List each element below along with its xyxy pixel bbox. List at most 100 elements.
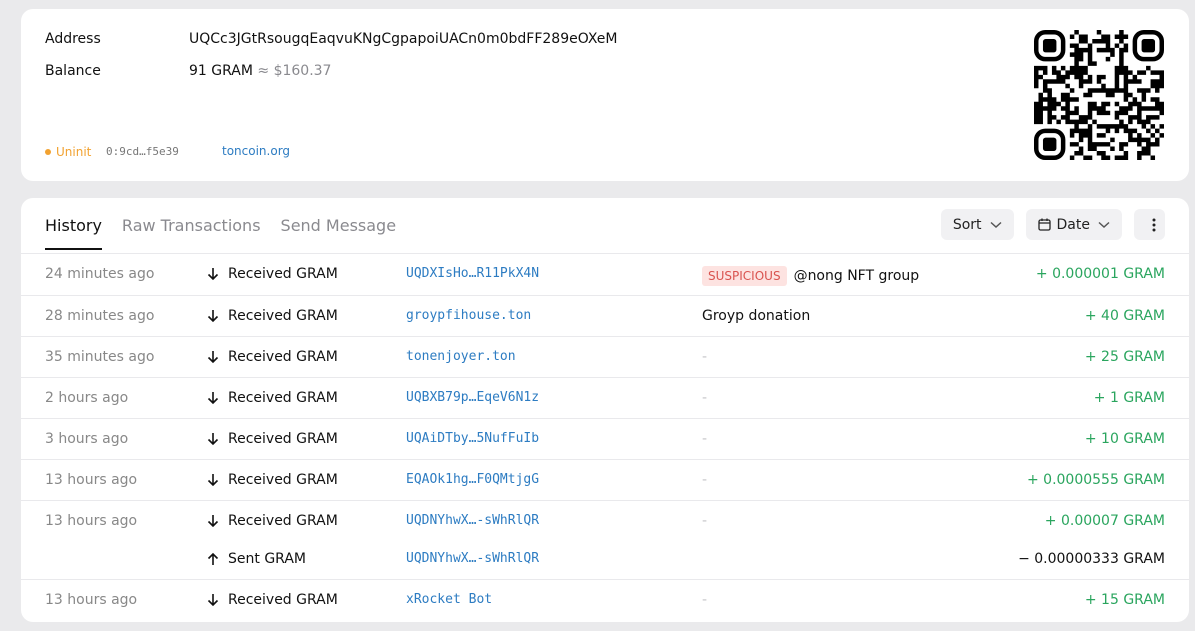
tx-time: 2 hours ago [45, 390, 129, 406]
tx-time: 13 hours ago [45, 472, 138, 488]
tx-amount: − 0.00000333 GRAM [1018, 551, 1165, 567]
balance-value: 91 GRAM ≈ $160.37 [189, 63, 331, 79]
tx-address-link[interactable]: xRocket Bot [406, 592, 492, 607]
tab-history[interactable]: History [45, 216, 102, 250]
arrow-down-icon [207, 432, 228, 446]
tx-amount: + 0.0000555 GRAM [1026, 472, 1165, 488]
account-status: Uninit [45, 145, 91, 159]
tx-type-label: Received GRAM [228, 472, 338, 488]
tx-address-link[interactable]: groypfihouse.ton [406, 308, 531, 323]
tx-address-link[interactable]: UQDXIsHo…R11PkX4N [406, 266, 539, 281]
account-hash[interactable]: 0:9cd…f5e39 [106, 145, 179, 158]
transaction-row[interactable]: 28 minutes ago Received GRAM groypfihouse.… [21, 308, 1189, 328]
tx-comment-text: @nong NFT group [793, 268, 920, 284]
tx-comment: - [702, 472, 707, 488]
transaction-row[interactable]: 24 minutes ago Received GRAM UQDXIsHo…R11P… [21, 266, 1189, 286]
balance-label: Balance [45, 63, 101, 79]
tx-amount: + 1 GRAM [1093, 390, 1165, 406]
suspicious-badge: SUSPICIOUS [702, 266, 787, 286]
date-filter-button[interactable]: Date [1025, 209, 1122, 240]
tx-type-label: Received GRAM [228, 592, 338, 608]
tx-comment: - [702, 513, 707, 529]
tx-comment-text: - [702, 513, 708, 529]
tx-comment: - [702, 349, 707, 365]
tx-address-link[interactable]: UQDNYhwX…-sWhRlQR [406, 513, 539, 528]
wallet-info-card: Address UQCc3JGtRsougqEaqvuKNgCgpapoiUAC… [21, 9, 1189, 181]
tx-address-link[interactable]: UQAiDTby…5NufFuIb [406, 431, 539, 446]
tab-bar: History Raw Transactions Send Message [45, 216, 416, 250]
tx-comment-text: - [702, 431, 708, 447]
sort-button[interactable]: Sort [940, 209, 1014, 240]
chevron-down-icon [990, 221, 1002, 228]
sort-label: Sort [952, 216, 982, 233]
tx-type: Received GRAM [207, 349, 338, 365]
kebab-menu-icon [1152, 218, 1155, 231]
address-label: Address [45, 31, 101, 47]
tx-comment: - [702, 390, 707, 406]
arrow-down-icon [207, 473, 228, 487]
balance-usd: ≈ $160.37 [257, 63, 332, 79]
tx-comment: - [702, 431, 707, 447]
tx-time: 13 hours ago [45, 592, 138, 608]
transaction-row[interactable]: 13 hours ago Received GRAM UQDNYhwX…-sWhRl… [21, 513, 1189, 533]
tx-type: Received GRAM [207, 472, 338, 488]
tx-comment-text: - [702, 390, 708, 406]
tx-time: 24 minutes ago [45, 266, 155, 282]
tx-comment: SUSPICIOUS @nong NFT group [702, 266, 919, 286]
tx-amount: + 40 GRAM [1084, 308, 1165, 324]
arrow-down-icon [207, 267, 228, 281]
row-divider [21, 295, 1189, 296]
tx-amount: + 0.000001 GRAM [1035, 266, 1165, 282]
calendar-icon [1037, 218, 1051, 231]
row-divider [21, 253, 1189, 254]
toncoin-link[interactable]: toncoin.org [222, 144, 290, 158]
tx-time: 28 minutes ago [45, 308, 155, 324]
arrow-down-icon [207, 593, 228, 607]
balance-amount: 91 GRAM [189, 63, 253, 79]
tx-comment-text: Groyp donation [702, 308, 811, 324]
tx-comment-text: - [702, 349, 708, 365]
tab-raw-transactions[interactable]: Raw Transactions [122, 216, 261, 250]
arrow-down-icon [207, 391, 228, 405]
tx-address-link[interactable]: EQAOk1hg…F0QMtjgG [406, 472, 539, 487]
tx-address-link[interactable]: UQBXB79p…EqeV6N1z [406, 390, 539, 405]
tx-comment: Groyp donation [702, 308, 810, 324]
tx-type: Received GRAM [207, 431, 338, 447]
tx-time: 13 hours ago [45, 513, 138, 529]
tx-amount: + 25 GRAM [1084, 349, 1165, 365]
row-divider [21, 418, 1189, 419]
date-label: Date [1056, 216, 1090, 233]
tx-comment: - [702, 592, 707, 608]
tx-time: 3 hours ago [45, 431, 129, 447]
tab-send-message[interactable]: Send Message [281, 216, 397, 250]
tx-amount: + 0.00007 GRAM [1044, 513, 1165, 529]
arrow-up-icon [207, 552, 228, 566]
history-toolbar: Sort Date [940, 209, 1165, 240]
tx-type-label: Received GRAM [228, 513, 338, 529]
status-text: Uninit [56, 145, 92, 159]
arrow-down-icon [207, 309, 228, 323]
tx-type: Received GRAM [207, 390, 338, 406]
transaction-row[interactable]: 2 hours ago Received GRAM UQBXB79p…EqeV6N1… [21, 390, 1189, 410]
tx-type-label: Received GRAM [228, 390, 338, 406]
status-dot-icon [45, 149, 51, 155]
row-divider [21, 377, 1189, 378]
tx-address-link[interactable]: UQDNYhwX…-sWhRlQR [406, 551, 539, 566]
tx-comment-text: - [702, 472, 708, 488]
tx-type: Received GRAM [207, 592, 338, 608]
transaction-row[interactable]: 13 hours ago Received GRAM EQAOk1hg…F0QMtj… [21, 472, 1189, 492]
tx-type: Received GRAM [207, 513, 338, 529]
address-value[interactable]: UQCc3JGtRsougqEaqvuKNgCgpapoiUACn0m0bdFF… [189, 31, 618, 47]
transaction-row[interactable]: 35 minutes ago Received GRAM tonenjoyer.to… [21, 349, 1189, 369]
tx-type-label: Received GRAM [228, 431, 338, 447]
tx-address-link[interactable]: tonenjoyer.ton [406, 349, 516, 364]
transaction-row[interactable]: 3 hours ago Received GRAM UQAiDTby…5NufFuI… [21, 431, 1189, 451]
transaction-row[interactable]: 13 hours ago Received GRAM xRocket Bot - + 1… [21, 592, 1189, 612]
chevron-down-icon [1098, 221, 1110, 228]
more-options-button[interactable] [1134, 209, 1165, 240]
tx-type: Received GRAM [207, 308, 338, 324]
qr-code-icon[interactable] [1034, 30, 1164, 160]
row-divider [21, 579, 1189, 580]
tx-time: 35 minutes ago [45, 349, 155, 365]
transaction-row[interactable]: Sent GRAM UQDNYhwX…-sWhRlQR − 0.00000333 G… [21, 551, 1189, 571]
